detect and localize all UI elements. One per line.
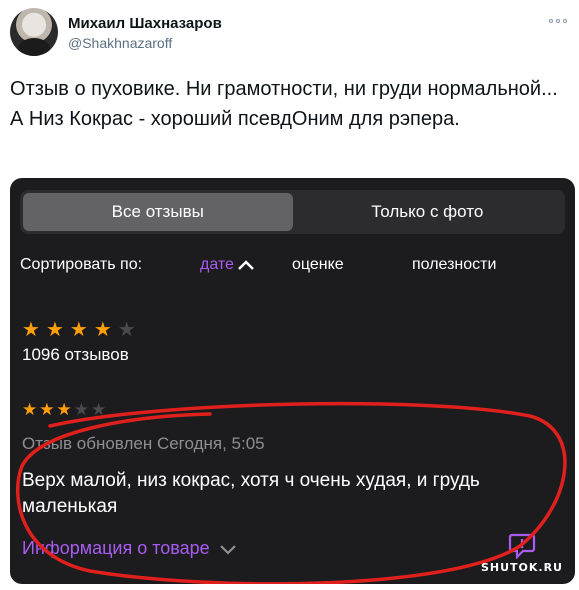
star-icon: ★ xyxy=(69,319,88,341)
watermark: SHUTOK.RU xyxy=(480,561,563,574)
sort-row: Сортировать по: дате оценке полезности xyxy=(20,256,565,280)
star-icon: ★ xyxy=(45,319,64,341)
embedded-screenshot: Все отзывы Только с фото Сортировать по:… xyxy=(10,178,575,584)
star-icon: ★ xyxy=(22,319,40,341)
review-filter-tabs: Все отзывы Только с фото xyxy=(20,190,565,234)
chevron-down-icon xyxy=(219,544,236,555)
author-handle[interactable]: @Shakhnazaroff xyxy=(68,35,172,51)
avatar[interactable] xyxy=(10,8,58,56)
summary-rating-stars: ★ ★ ★ ★ ★ xyxy=(22,320,136,340)
product-info-link[interactable]: Информация о товаре xyxy=(22,538,236,559)
tweet-text: Отзыв о пуховике. Ни грамотности, ни гру… xyxy=(10,78,558,130)
sort-label: Сортировать по: xyxy=(20,256,143,273)
star-icon: ★ xyxy=(91,400,107,419)
star-icon: ★ xyxy=(22,400,38,419)
star-icon: ★ xyxy=(117,319,136,341)
tab-all-reviews[interactable]: Все отзывы xyxy=(23,193,293,231)
review-date: Отзыв обновлен Сегодня, 5:05 xyxy=(22,434,265,453)
product-info-label: Информация о товаре xyxy=(22,538,210,558)
chevron-up-icon xyxy=(238,260,254,270)
comment-icon[interactable] xyxy=(508,533,536,559)
sort-option-date-label: дате xyxy=(200,256,234,273)
review-count: 1096 отзывов xyxy=(22,345,129,364)
star-icon: ★ xyxy=(56,400,72,419)
review-rating-stars: ★ ★ ★ ★ ★ xyxy=(22,400,106,420)
tab-photo-only[interactable]: Только с фото xyxy=(293,193,563,231)
star-icon: ★ xyxy=(93,319,112,341)
star-icon: ★ xyxy=(39,400,55,419)
star-icon: ★ xyxy=(73,400,89,419)
sort-option-date[interactable]: дате xyxy=(200,256,254,274)
sort-option-rating[interactable]: оценке xyxy=(292,256,344,274)
review-body: Верх малой, низ кокрас, хотя ч очень худ… xyxy=(22,470,480,517)
sort-option-usefulness[interactable]: полезности xyxy=(412,256,496,274)
more-horizontal-icon[interactable] xyxy=(546,14,570,28)
author-name[interactable]: Михаил Шахназаров xyxy=(68,15,222,32)
tweet-header: Михаил Шахназаров @Shakhnazaroff xyxy=(10,8,570,64)
